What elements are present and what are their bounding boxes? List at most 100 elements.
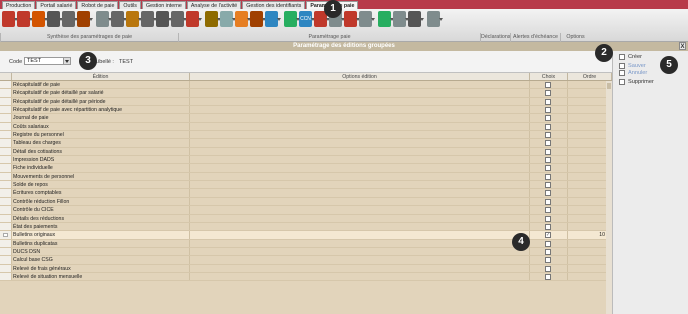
options-cell[interactable] xyxy=(190,181,530,189)
options-cell[interactable] xyxy=(190,206,530,214)
table-row[interactable]: Solde de repos xyxy=(0,181,612,190)
table-row[interactable]: Tableau des charges xyxy=(0,139,612,148)
row-marker[interactable] xyxy=(0,181,12,189)
choix-checkbox[interactable] xyxy=(545,240,551,247)
row-marker[interactable] xyxy=(0,206,12,214)
table-row[interactable]: Coûts salariaux xyxy=(0,122,612,132)
report-icon[interactable] xyxy=(250,11,266,27)
clock-icon[interactable] xyxy=(111,11,127,27)
table-row[interactable]: Récapitulatif de paie avec répartition a… xyxy=(0,106,612,115)
table-row[interactable]: Relevé de situation mensuelle xyxy=(0,272,612,282)
transfer-icon[interactable] xyxy=(378,11,394,27)
choix-checkbox[interactable] xyxy=(545,157,551,164)
choix-checkbox[interactable] xyxy=(545,198,551,205)
row-marker[interactable] xyxy=(0,97,12,106)
table-row[interactable]: Écritures comptables xyxy=(0,189,612,198)
table-row[interactable]: Récapitulatif de paie détaillé par salar… xyxy=(0,89,612,98)
grid-icon[interactable] xyxy=(359,11,375,27)
choix-checkbox[interactable] xyxy=(545,165,551,172)
choix-checkbox[interactable] xyxy=(545,190,551,197)
choix-checkbox[interactable] xyxy=(545,273,551,280)
tab-outils[interactable]: Outils xyxy=(119,1,141,9)
clock-icon[interactable] xyxy=(62,11,78,27)
row-marker[interactable] xyxy=(0,231,12,239)
options-cell[interactable] xyxy=(190,222,530,231)
clock-icon[interactable] xyxy=(141,11,157,27)
choix-checkbox[interactable] xyxy=(545,98,551,105)
options-cell[interactable] xyxy=(190,97,530,106)
ccn-icon[interactable]: CCN xyxy=(299,11,315,27)
table-row[interactable]: Registre du personnel xyxy=(0,131,612,140)
options-cell[interactable] xyxy=(190,164,530,172)
options-cell[interactable] xyxy=(190,114,530,122)
clock-icon[interactable] xyxy=(171,11,187,27)
coin-icon[interactable] xyxy=(205,11,221,27)
table-row[interactable]: Contrôle du CICE xyxy=(0,206,612,215)
report-icon[interactable] xyxy=(186,11,202,27)
tab-production[interactable]: Production xyxy=(2,1,36,9)
options-cell[interactable] xyxy=(190,264,530,272)
row-marker[interactable] xyxy=(0,164,12,172)
table-row[interactable]: Fiche individuelle xyxy=(0,164,612,173)
table-row[interactable]: Journal de paie xyxy=(0,114,612,123)
row-marker[interactable] xyxy=(0,256,12,264)
header-options[interactable]: Options édition xyxy=(190,73,530,80)
clock-icon[interactable] xyxy=(47,11,63,27)
row-marker[interactable] xyxy=(0,172,12,181)
table-row[interactable]: Récapitulatif de paie détaillé par pério… xyxy=(0,97,612,107)
header-edition[interactable]: Édition xyxy=(12,73,190,80)
table-row[interactable]: Détails des réductions xyxy=(0,214,612,223)
options-cell[interactable] xyxy=(190,81,530,89)
choix-checkbox[interactable] xyxy=(545,248,551,255)
tab-portail-salarie[interactable]: Portail salarié xyxy=(36,1,77,9)
row-marker[interactable] xyxy=(0,139,12,147)
options-cell[interactable] xyxy=(190,239,530,247)
tab-gestion-identifiants[interactable]: Gestion des identifiants xyxy=(242,1,306,9)
clock-icon[interactable] xyxy=(156,11,172,27)
choix-checkbox[interactable] xyxy=(545,207,551,214)
row-marker[interactable] xyxy=(0,189,12,197)
row-marker[interactable] xyxy=(0,81,12,89)
transfer-icon[interactable] xyxy=(284,11,300,27)
options-cell[interactable] xyxy=(190,231,530,239)
report-icon[interactable] xyxy=(393,11,409,27)
choix-checkbox[interactable] xyxy=(545,132,551,139)
row-marker[interactable] xyxy=(0,272,12,281)
row-marker[interactable] xyxy=(0,89,12,97)
options-cell[interactable] xyxy=(190,131,530,139)
choix-checkbox[interactable] xyxy=(545,107,551,114)
cancel-button[interactable]: Annuler xyxy=(619,69,647,76)
row-marker[interactable] xyxy=(0,197,12,206)
choix-checkbox[interactable] xyxy=(545,173,551,180)
table-row[interactable]: Relevé de frais généraux xyxy=(0,264,612,273)
options-cell[interactable] xyxy=(190,139,530,147)
report-icon[interactable] xyxy=(344,11,360,27)
header-choix[interactable]: Choix xyxy=(530,73,568,80)
options-cell[interactable] xyxy=(190,189,530,197)
row-marker[interactable] xyxy=(0,247,12,256)
delete-button[interactable]: Supprimer xyxy=(619,78,654,85)
table-row[interactable]: Récapitulatif de paie xyxy=(0,81,612,90)
scroll-thumb[interactable] xyxy=(607,83,611,89)
report-icon[interactable] xyxy=(77,11,93,27)
table-row[interactable]: Impression DADS xyxy=(0,156,612,165)
tab-robot-de-paie[interactable]: Robot de paie xyxy=(77,1,119,9)
table-row[interactable]: Calcul base CSG xyxy=(0,256,612,265)
options-cell[interactable] xyxy=(190,172,530,181)
options-cell[interactable] xyxy=(190,122,530,131)
gear-icon[interactable] xyxy=(427,11,443,27)
row-marker[interactable] xyxy=(0,122,12,131)
choix-checkbox[interactable] xyxy=(545,115,551,122)
row-marker[interactable] xyxy=(0,222,12,231)
row-marker[interactable] xyxy=(0,156,12,164)
tab-analyse-activite[interactable]: Analyse de l'activité xyxy=(186,1,242,9)
choix-checkbox[interactable] xyxy=(545,265,551,272)
save-button[interactable]: Sauver xyxy=(619,62,646,69)
choix-checkbox[interactable] xyxy=(545,182,551,189)
code-dropdown-button[interactable] xyxy=(63,57,71,65)
table-row[interactable]: État des paiements xyxy=(0,222,612,232)
row-marker[interactable] xyxy=(0,214,12,222)
report-icon[interactable] xyxy=(32,11,48,27)
table-row[interactable]: Mouvements de personnel xyxy=(0,172,612,182)
choix-checkbox[interactable] xyxy=(545,223,551,230)
